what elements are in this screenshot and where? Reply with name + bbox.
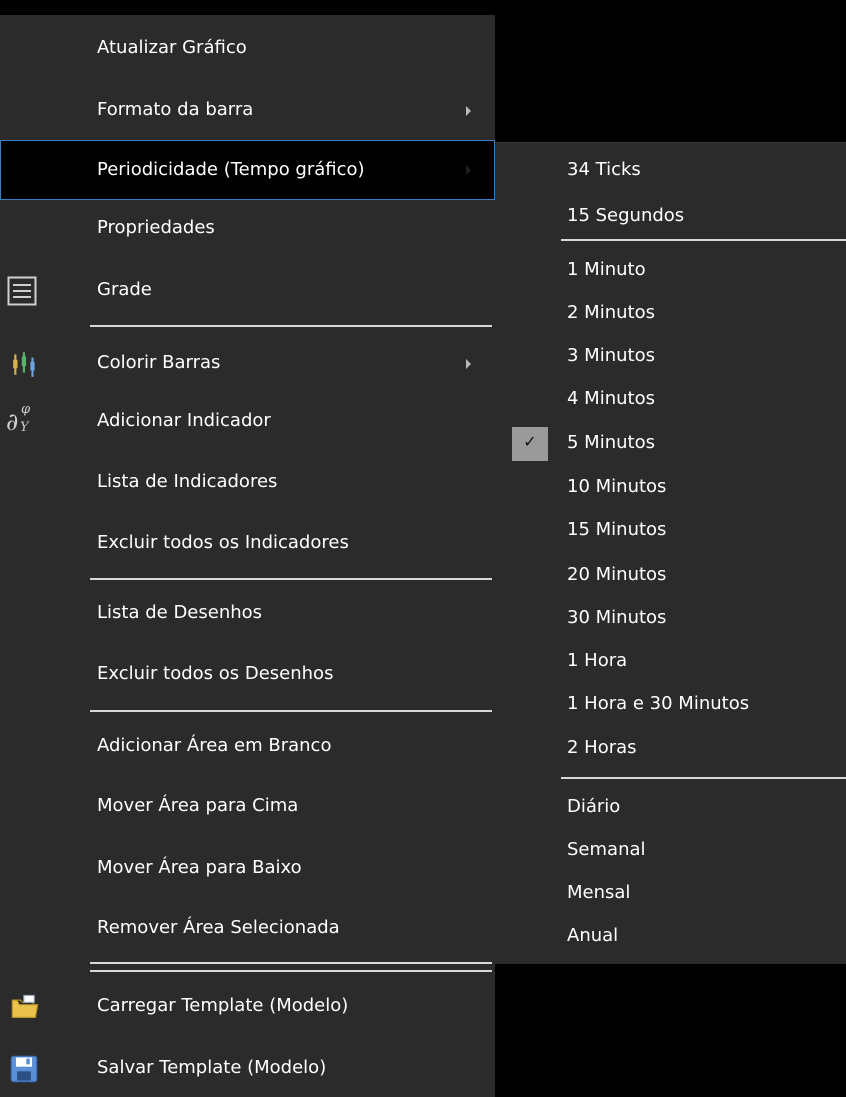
chart-context-menu: Atualizar Gráfico Formato da barra Perio… bbox=[0, 15, 495, 1097]
period-item-semanal[interactable]: Semanal bbox=[495, 831, 846, 871]
menu-item-label: Adicionar Indicador bbox=[97, 410, 271, 431]
period-item-15-segundos[interactable]: 15 Segundos bbox=[495, 195, 846, 235]
menu-item-lista-de-indicadores[interactable]: Lista de Indicadores bbox=[0, 459, 495, 507]
folder-open-icon bbox=[11, 994, 39, 1018]
menu-item-adicionar-indicador[interactable]: ∂ φ Y Adicionar Indicador bbox=[0, 398, 495, 446]
period-item-label: 10 Minutos bbox=[567, 476, 667, 497]
period-item-5-minutos[interactable]: ✓ 5 Minutos bbox=[495, 424, 846, 464]
period-item-4-minutos[interactable]: 4 Minutos bbox=[495, 380, 846, 420]
menu-item-carregar-template[interactable]: Carregar Template (Modelo) bbox=[0, 983, 495, 1031]
menu-separator bbox=[90, 325, 492, 327]
period-item-3-minutos[interactable]: 3 Minutos bbox=[495, 337, 846, 377]
menu-item-label: Excluir todos os Desenhos bbox=[97, 663, 334, 684]
period-item-20-minutos[interactable]: 20 Minutos bbox=[495, 556, 846, 596]
period-item-label: 2 Horas bbox=[567, 737, 637, 758]
menu-item-salvar-template[interactable]: Salvar Template (Modelo) bbox=[0, 1045, 495, 1093]
period-item-label: 30 Minutos bbox=[567, 607, 667, 628]
menu-item-excluir-desenhos[interactable]: Excluir todos os Desenhos bbox=[0, 651, 495, 699]
menu-item-label: Grade bbox=[97, 279, 152, 300]
checkmark-icon: ✓ bbox=[512, 427, 548, 461]
submenu-separator bbox=[561, 239, 846, 241]
period-item-label: Mensal bbox=[567, 882, 631, 903]
menu-item-label: Formato da barra bbox=[97, 99, 254, 120]
menu-item-label: Carregar Template (Modelo) bbox=[97, 995, 349, 1016]
menu-item-lista-de-desenhos[interactable]: Lista de Desenhos bbox=[0, 590, 495, 638]
period-item-anual[interactable]: Anual bbox=[495, 917, 846, 957]
menu-separator bbox=[90, 710, 492, 712]
menu-item-periodicidade[interactable]: Periodicidade (Tempo gráfico) bbox=[0, 140, 495, 200]
period-item-34-ticks[interactable]: 34 Ticks bbox=[495, 149, 846, 189]
formula-partial-glyph: ∂ bbox=[6, 408, 19, 436]
menu-item-label: Atualizar Gráfico bbox=[97, 37, 247, 58]
menu-item-label: Lista de Desenhos bbox=[97, 602, 263, 623]
period-item-1-hora[interactable]: 1 Hora bbox=[495, 642, 846, 682]
period-item-label: 15 Minutos bbox=[567, 519, 667, 540]
menu-item-label: Propriedades bbox=[97, 217, 215, 238]
menu-item-adicionar-area[interactable]: Adicionar Área em Branco bbox=[0, 723, 495, 771]
menu-item-propriedades[interactable]: Propriedades bbox=[0, 205, 495, 253]
period-item-mensal[interactable]: Mensal bbox=[495, 874, 846, 914]
menu-item-grade[interactable]: Grade bbox=[0, 267, 495, 315]
menu-item-label: Excluir todos os Indicadores bbox=[97, 532, 349, 553]
period-item-label: 1 Hora bbox=[567, 650, 628, 671]
formula-sup-glyph: φ bbox=[21, 402, 31, 417]
floppy-disk-icon bbox=[10, 1055, 38, 1083]
menu-item-label: Colorir Barras bbox=[97, 352, 221, 373]
period-item-2-minutos[interactable]: 2 Minutos bbox=[495, 294, 846, 334]
menu-item-excluir-indicadores[interactable]: Excluir todos os Indicadores bbox=[0, 520, 495, 568]
grid-list-icon bbox=[7, 276, 37, 306]
period-item-15-minutos[interactable]: 15 Minutos bbox=[495, 511, 846, 551]
menu-item-label: Lista de Indicadores bbox=[97, 471, 278, 492]
period-item-label: 34 Ticks bbox=[567, 159, 641, 180]
menu-item-label: Remover Área Selecionada bbox=[97, 917, 340, 938]
submenu-arrow-icon bbox=[466, 359, 471, 369]
period-item-label: 3 Minutos bbox=[567, 345, 655, 366]
period-item-label: Anual bbox=[567, 925, 619, 946]
chart-background: Atualizar Gráfico Formato da barra Perio… bbox=[0, 0, 846, 1097]
period-item-label: 1 Hora e 30 Minutos bbox=[567, 693, 750, 714]
menu-item-mover-area-baixo[interactable]: Mover Área para Baixo bbox=[0, 845, 495, 893]
menu-item-label: Adicionar Área em Branco bbox=[97, 735, 332, 756]
period-item-10-minutos[interactable]: 10 Minutos bbox=[495, 468, 846, 508]
indicator-formula-icon: ∂ φ Y bbox=[6, 402, 46, 442]
period-item-diario[interactable]: Diário bbox=[495, 788, 846, 828]
menu-item-remover-area[interactable]: Remover Área Selecionada bbox=[0, 905, 495, 953]
menu-item-colorir-barras[interactable]: Colorir Barras bbox=[0, 340, 495, 388]
period-item-label: 20 Minutos bbox=[567, 564, 667, 585]
menu-item-label: Periodicidade (Tempo gráfico) bbox=[97, 159, 365, 180]
menu-separator bbox=[90, 970, 492, 972]
menu-separator bbox=[90, 578, 492, 580]
period-item-label: Semanal bbox=[567, 839, 646, 860]
period-item-label: 1 Minuto bbox=[567, 259, 646, 280]
submenu-separator bbox=[561, 777, 846, 779]
formula-sub-glyph: Y bbox=[20, 420, 29, 435]
menu-item-formato-da-barra[interactable]: Formato da barra bbox=[0, 87, 495, 135]
menu-item-atualizar-grafico[interactable]: Atualizar Gráfico bbox=[0, 25, 495, 73]
period-item-label: 2 Minutos bbox=[567, 302, 655, 323]
period-item-1-minuto[interactable]: 1 Minuto bbox=[495, 251, 846, 291]
submenu-arrow-icon bbox=[466, 165, 471, 175]
periodicity-submenu: 34 Ticks 15 Segundos 1 Minuto 2 Minutos … bbox=[495, 142, 846, 964]
period-item-label: Diário bbox=[567, 796, 621, 817]
menu-item-mover-area-cima[interactable]: Mover Área para Cima bbox=[0, 783, 495, 831]
period-item-30-minutos[interactable]: 30 Minutos bbox=[495, 599, 846, 639]
menu-item-label: Salvar Template (Modelo) bbox=[97, 1057, 327, 1078]
period-item-2-horas[interactable]: 2 Horas bbox=[495, 729, 846, 769]
color-bars-icon bbox=[13, 352, 35, 377]
menu-item-label: Mover Área para Baixo bbox=[97, 857, 302, 878]
period-item-label: 5 Minutos bbox=[567, 432, 655, 453]
menu-separator bbox=[90, 962, 492, 964]
period-item-label: 15 Segundos bbox=[567, 205, 685, 226]
period-item-label: 4 Minutos bbox=[567, 388, 655, 409]
period-item-1-hora-30[interactable]: 1 Hora e 30 Minutos bbox=[495, 685, 846, 725]
menu-item-label: Mover Área para Cima bbox=[97, 795, 299, 816]
submenu-arrow-icon bbox=[466, 106, 471, 116]
